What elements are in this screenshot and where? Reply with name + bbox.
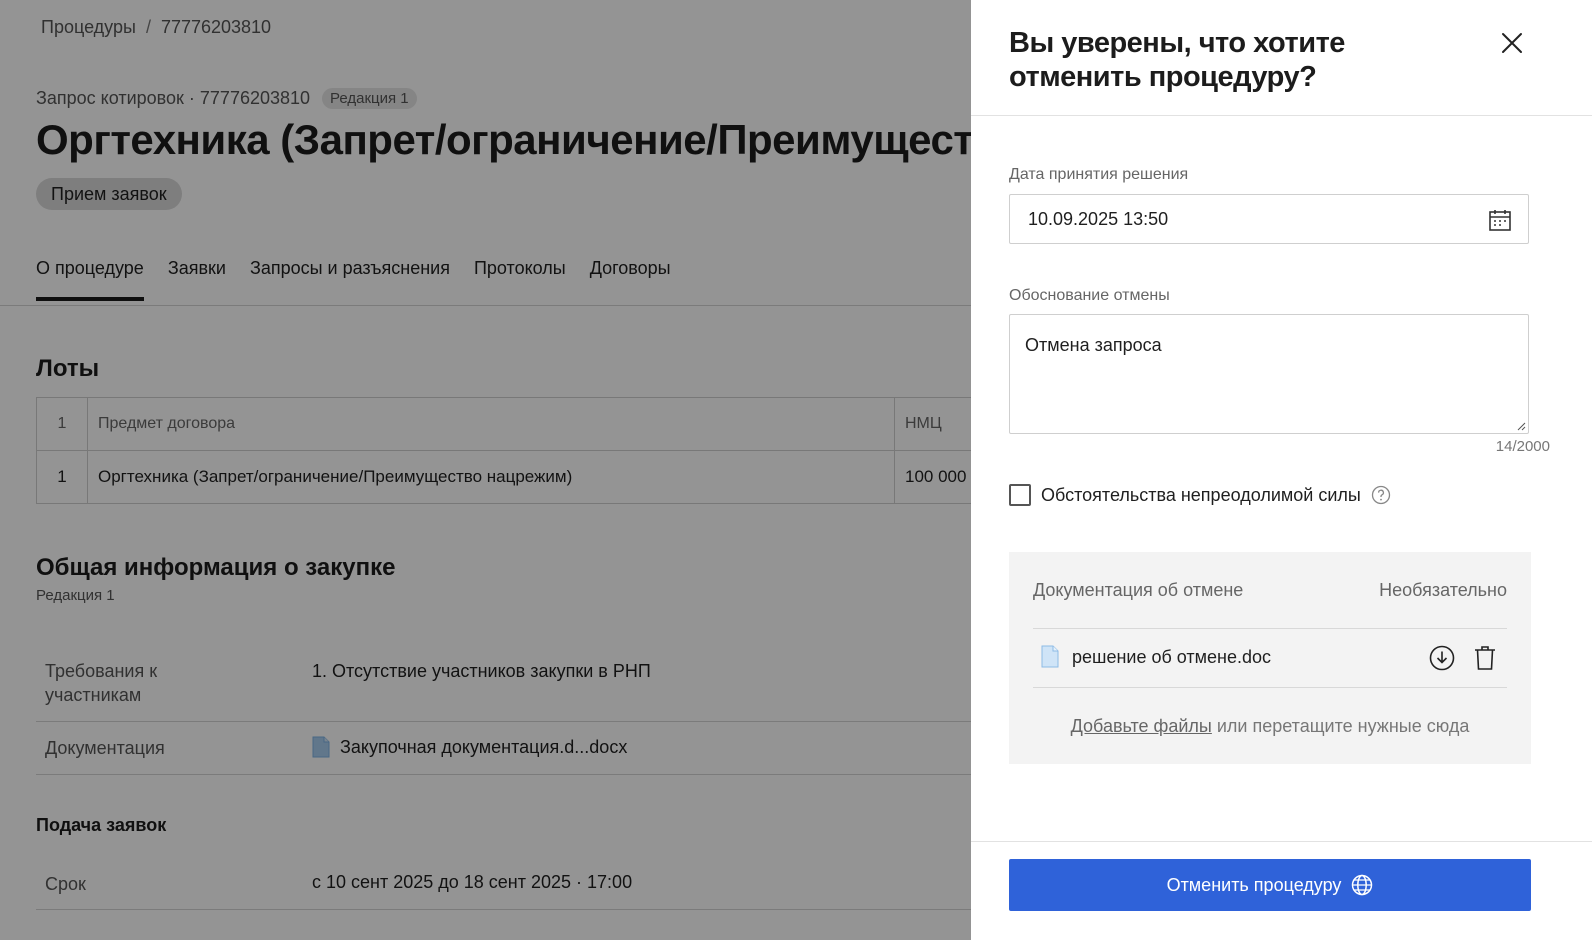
force-majeure-row: Обстоятельства непреодолимой силы: [1009, 484, 1391, 506]
add-files-hint: Добавьте файлы или перетащите нужные сюд…: [1009, 716, 1531, 737]
decision-date-value: 10.09.2025 13:50: [1028, 209, 1169, 229]
file-name: решение об отмене.doc: [1072, 647, 1272, 667]
drawer-footer-divider: [971, 841, 1592, 842]
cancel-reason-counter: 14/2000: [1495, 438, 1550, 455]
drawer-title: Вы уверены, что хотите отменить процедур…: [1009, 27, 1345, 93]
add-files-link[interactable]: Добавьте файлы: [1071, 716, 1212, 736]
download-icon[interactable]: [1429, 645, 1455, 671]
force-majeure-label[interactable]: Обстоятельства непреодолимой силы: [1041, 485, 1361, 506]
cancel-docs-optional: Необязательно: [1379, 580, 1507, 600]
docs-divider: [1033, 687, 1507, 688]
cancel-reason-label: Обоснование отмены: [1009, 287, 1170, 304]
cancel-reason-textarea[interactable]: Отмена запроса: [1009, 314, 1529, 434]
close-icon[interactable]: [1499, 30, 1525, 56]
trash-icon[interactable]: [1473, 645, 1497, 671]
cancel-procedure-button[interactable]: Отменить процедуру: [1009, 859, 1531, 911]
force-majeure-checkbox[interactable]: [1009, 484, 1031, 506]
file-icon: [1041, 645, 1059, 668]
cancel-procedure-drawer: Вы уверены, что хотите отменить процедур…: [971, 0, 1592, 940]
cancel-procedure-button-label: Отменить процедуру: [1166, 874, 1342, 895]
decision-date-label: Дата принятия решения: [1009, 166, 1189, 183]
resize-handle-icon[interactable]: [1516, 421, 1526, 431]
add-files-rest: или перетащите нужные сюда: [1211, 716, 1470, 736]
list-item: решение об отмене.doc: [1033, 629, 1507, 687]
help-icon[interactable]: [1371, 485, 1391, 505]
cancel-reason-value: Отмена запроса: [1025, 335, 1162, 355]
cancel-docs-title: Документация об отмене: [1033, 580, 1244, 600]
drawer-header-divider: [971, 115, 1592, 116]
cancel-docs-dropzone[interactable]: Документация об отмене Необязательно реш…: [1009, 552, 1531, 764]
calendar-icon[interactable]: [1488, 208, 1512, 232]
decision-date-field[interactable]: 10.09.2025 13:50: [1009, 194, 1529, 244]
globe-icon: [1352, 874, 1373, 896]
